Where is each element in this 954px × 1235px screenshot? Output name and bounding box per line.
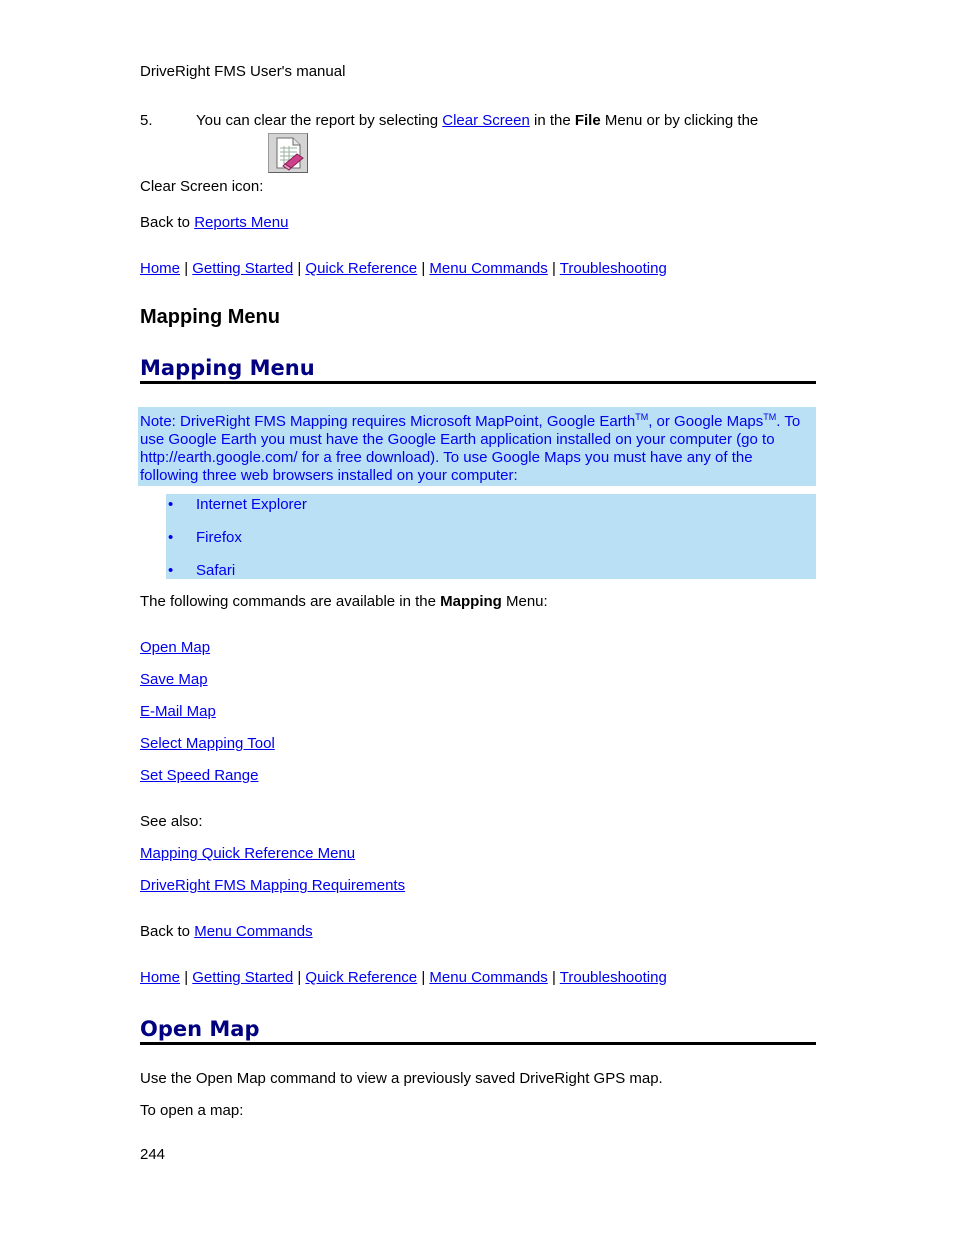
nav-separator: | — [421, 260, 426, 277]
clear-screen-icon — [267, 133, 308, 173]
select-mapping-tool-link[interactable]: Select Mapping Tool — [140, 735, 275, 752]
note-text: Note: DriveRight FMS Mapping requires Mi… — [140, 413, 636, 430]
clear-screen-link[interactable]: Clear Screen — [442, 112, 530, 129]
note-text: , or Google Maps — [648, 413, 764, 430]
nav-separator: | — [421, 969, 426, 986]
intro-text: Menu: — [501, 593, 548, 610]
nav-quick-reference[interactable]: Quick Reference — [305, 969, 417, 986]
reports-menu-link[interactable]: Reports Menu — [194, 214, 288, 231]
back-to-label: Back to — [140, 214, 195, 231]
email-map-link[interactable]: E-Mail Map — [140, 703, 216, 720]
nav-menu-commands[interactable]: Menu Commands — [429, 969, 547, 986]
trademark: TM — [635, 412, 649, 422]
browser-name: Internet Explorer — [196, 496, 307, 513]
nav-home[interactable]: Home — [140, 260, 180, 277]
back-to-menu-commands: Back to Menu Commands — [140, 923, 313, 940]
back-to-label: Back to — [140, 923, 195, 940]
nav-quick-reference[interactable]: Quick Reference — [305, 260, 417, 277]
open-map-heading: Open Map — [140, 1017, 816, 1045]
step-text: Clear Screen icon: — [140, 178, 268, 195]
section-title: Mapping Menu — [140, 306, 280, 328]
nav-separator: | — [184, 969, 189, 986]
page-number: 244 — [140, 1146, 166, 1163]
mapping-note: Note: DriveRight FMS Mapping requires Mi… — [138, 407, 816, 486]
open-map-instruction: To open a map: — [140, 1102, 244, 1119]
browser-name: Safari — [196, 562, 236, 579]
file-menu-label: File — [574, 112, 601, 129]
save-map-link[interactable]: Save Map — [140, 671, 208, 688]
nav-home[interactable]: Home — [140, 969, 180, 986]
intro-text: The following commands are available in … — [140, 593, 441, 610]
open-map-description: Use the Open Map command to view a previ… — [140, 1070, 663, 1087]
commands-intro: The following commands are available in … — [140, 593, 548, 610]
nav-separator: | — [184, 260, 189, 277]
bullet-icon: • — [168, 529, 174, 546]
nav-getting-started[interactable]: Getting Started — [192, 260, 293, 277]
mapping-quick-reference-link[interactable]: Mapping Quick Reference Menu — [140, 845, 355, 862]
see-also-label: See also: — [140, 813, 203, 830]
nav-separator: | — [551, 260, 556, 277]
step-5: 5. You can clear the report by selecting … — [140, 112, 820, 129]
nav-separator: | — [297, 969, 302, 986]
set-speed-range-link[interactable]: Set Speed Range — [140, 767, 258, 784]
mapping-requirements-link[interactable]: DriveRight FMS Mapping Requirements — [140, 877, 405, 894]
open-map-link[interactable]: Open Map — [140, 639, 210, 656]
browser-list: • Internet Explorer • Firefox • Safari — [166, 494, 816, 579]
nav-separator: | — [551, 969, 556, 986]
step-text: in the — [529, 112, 575, 129]
browser-name: Firefox — [196, 529, 242, 546]
nav-troubleshooting[interactable]: Troubleshooting — [560, 260, 667, 277]
step-text: You can clear the report by selecting — [196, 112, 443, 129]
step-5-line2: Clear Screen icon: — [140, 129, 308, 195]
document-header: DriveRight FMS User's manual — [140, 63, 346, 80]
nav-getting-started[interactable]: Getting Started — [192, 969, 293, 986]
nav-bar: Home | Getting Started | Quick Reference… — [140, 969, 667, 986]
nav-separator: | — [297, 260, 302, 277]
nav-troubleshooting[interactable]: Troubleshooting — [560, 969, 667, 986]
menu-commands-link[interactable]: Menu Commands — [194, 923, 312, 940]
trademark: TM — [763, 412, 777, 422]
back-to-reports: Back to Reports Menu — [140, 214, 288, 231]
nav-menu-commands[interactable]: Menu Commands — [429, 260, 547, 277]
bullet-icon: • — [168, 562, 174, 579]
step-text: Menu or by clicking the — [600, 112, 759, 129]
mapping-label: Mapping — [440, 593, 502, 610]
step-number: 5. — [140, 112, 153, 129]
bullet-icon: • — [168, 496, 174, 513]
nav-bar: Home | Getting Started | Quick Reference… — [140, 260, 667, 277]
mapping-menu-heading: Mapping Menu — [140, 356, 816, 384]
